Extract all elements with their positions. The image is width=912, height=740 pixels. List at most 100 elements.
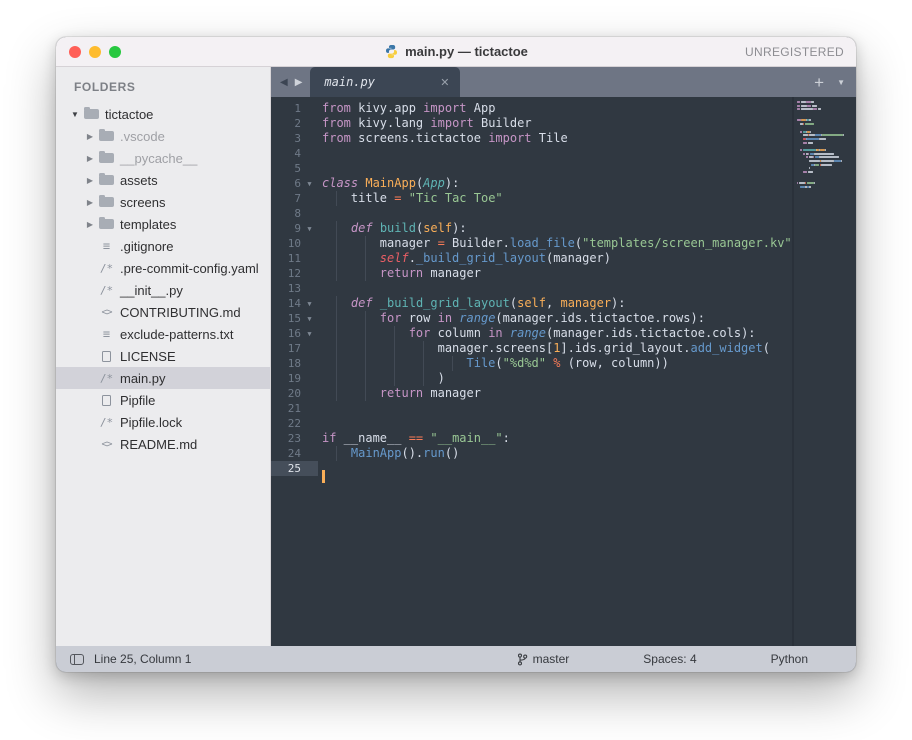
line-number: 7 bbox=[271, 192, 301, 205]
fold-arrow-icon[interactable]: ▼ bbox=[301, 180, 318, 188]
sidebar-file-.gitignore[interactable]: ≡.gitignore bbox=[56, 235, 270, 257]
code-token: = bbox=[438, 236, 445, 250]
code-line-13[interactable]: 13 bbox=[271, 281, 792, 296]
git-branch-icon bbox=[517, 653, 528, 666]
code-line-14[interactable]: 14▼ def _build_grid_layout(self, manager… bbox=[271, 296, 792, 311]
code-line-17[interactable]: 17 manager.screens[1].ids.grid_layout.ad… bbox=[271, 341, 792, 356]
code-line-8[interactable]: 8 bbox=[271, 206, 792, 221]
new-tab-button[interactable]: + bbox=[814, 74, 824, 91]
sidebar-file-Pipfile.lock[interactable]: /*Pipfile.lock bbox=[56, 411, 270, 433]
code-line-18[interactable]: 18 Tile("%d%d" % (row, column)) bbox=[271, 356, 792, 371]
tree-item-label: LICENSE bbox=[120, 349, 176, 364]
code-line-23[interactable]: 23if __name__ == "__main__": bbox=[271, 431, 792, 446]
line-number: 12 bbox=[271, 267, 301, 280]
tree-item-label: Pipfile.lock bbox=[120, 415, 182, 430]
code-line-16[interactable]: 16▼ for column in range(manager.ids.tict… bbox=[271, 326, 792, 341]
sidebar-file-CONTRIBUTING.md[interactable]: <>CONTRIBUTING.md bbox=[56, 301, 270, 323]
sidebar-file-.pre-commit-config.yaml[interactable]: /*.pre-commit-config.yaml bbox=[56, 257, 270, 279]
sidebar-file-LICENSE[interactable]: LICENSE bbox=[56, 345, 270, 367]
tab-main-py[interactable]: main.py ✕ bbox=[310, 67, 460, 97]
zoom-window-button[interactable] bbox=[109, 46, 121, 58]
code-line-9[interactable]: 9▼ def build(self): bbox=[271, 221, 792, 236]
code-line-4[interactable]: 4 bbox=[271, 146, 792, 161]
chevron-right-icon[interactable]: ▶ bbox=[83, 132, 97, 141]
sidebar-folder-__pycache__[interactable]: ▶__pycache__ bbox=[56, 147, 270, 169]
gutter: 1 bbox=[271, 101, 318, 116]
text-caret bbox=[322, 470, 325, 483]
code-line-24[interactable]: 24 MainApp().run() bbox=[271, 446, 792, 461]
close-window-button[interactable] bbox=[69, 46, 81, 58]
chevron-right-icon[interactable]: ▶ bbox=[83, 220, 97, 229]
code-token: from bbox=[322, 131, 351, 145]
code-line-10[interactable]: 10 manager = Builder.load_file("template… bbox=[271, 236, 792, 251]
code-editor[interactable]: 1from kivy.app import App2from kivy.lang… bbox=[271, 97, 792, 646]
code-token: class bbox=[322, 176, 358, 190]
indentation-setting[interactable]: Spaces: 4 bbox=[643, 652, 696, 666]
code-line-20[interactable]: 20 return manager bbox=[271, 386, 792, 401]
line-number: 4 bbox=[271, 147, 301, 160]
line-number: 21 bbox=[271, 402, 301, 415]
chevron-right-icon[interactable]: ▶ bbox=[83, 154, 97, 163]
tree-item-label: .vscode bbox=[120, 129, 165, 144]
indent-guide bbox=[365, 251, 366, 266]
line-number: 23 bbox=[271, 432, 301, 445]
sidebar-folder-tictactoe[interactable]: ▼tictactoe bbox=[56, 103, 270, 125]
gutter: 18 bbox=[271, 356, 318, 371]
code-token: App bbox=[423, 176, 445, 190]
gutter: 4 bbox=[271, 146, 318, 161]
sidebar-file-Pipfile[interactable]: Pipfile bbox=[56, 389, 270, 411]
code-line-5[interactable]: 5 bbox=[271, 161, 792, 176]
code-line-19[interactable]: 19 ) bbox=[271, 371, 792, 386]
code-line-2[interactable]: 2from kivy.lang import Builder bbox=[271, 116, 792, 131]
code-line-11[interactable]: 11 self._build_grid_layout(manager) bbox=[271, 251, 792, 266]
sidebar-folder-templates[interactable]: ▶ templates bbox=[56, 213, 270, 235]
syntax-mode[interactable]: Python bbox=[771, 652, 808, 666]
sidebar-folder-.vscode[interactable]: ▶ .vscode bbox=[56, 125, 270, 147]
line-number: 1 bbox=[271, 102, 301, 115]
sidebar-toggle-icon[interactable] bbox=[70, 654, 84, 665]
code-line-21[interactable]: 21 bbox=[271, 401, 792, 416]
fold-arrow-icon[interactable]: ▼ bbox=[301, 315, 318, 323]
tree-item-label: templates bbox=[120, 217, 176, 232]
code-line-15[interactable]: 15▼ for row in range(manager.ids.tictact… bbox=[271, 311, 792, 326]
chevron-right-icon[interactable]: ▶ bbox=[83, 176, 97, 185]
sidebar-file-main.py[interactable]: /*main.py bbox=[56, 367, 270, 389]
code-line-22[interactable]: 22 bbox=[271, 416, 792, 431]
code-line-1[interactable]: 1from kivy.app import App bbox=[271, 101, 792, 116]
sidebar-file-README.md[interactable]: <>README.md bbox=[56, 433, 270, 455]
code-line-3[interactable]: 3from screens.tictactoe import Tile bbox=[271, 131, 792, 146]
fold-arrow-icon[interactable]: ▼ bbox=[301, 330, 318, 338]
sidebar: FOLDERS ▼tictactoe▶.vscode▶__pycache__▶a… bbox=[56, 67, 271, 646]
git-branch[interactable]: master bbox=[517, 652, 570, 666]
chevron-down-icon[interactable]: ▼ bbox=[68, 110, 82, 119]
fold-arrow-icon[interactable]: ▼ bbox=[301, 225, 318, 233]
code-token: manager.screens[ bbox=[322, 341, 553, 355]
code-line-7[interactable]: 7 title = "Tic Tac Toe" bbox=[271, 191, 792, 206]
nav-back-icon[interactable]: ◀ bbox=[280, 77, 288, 88]
indent-guide bbox=[452, 356, 453, 371]
sidebar-file-exclude-patterns.txt[interactable]: ≡exclude-patterns.txt bbox=[56, 323, 270, 345]
code-line-25[interactable]: 25 bbox=[271, 461, 792, 476]
sidebar-folder-assets[interactable]: ▶assets bbox=[56, 169, 270, 191]
line-number: 13 bbox=[271, 282, 301, 295]
sidebar-folder-screens[interactable]: ▶screens bbox=[56, 191, 270, 213]
minimize-window-button[interactable] bbox=[89, 46, 101, 58]
chevron-right-icon[interactable]: ▶ bbox=[83, 198, 97, 207]
code-token: . bbox=[409, 251, 416, 265]
fold-arrow-icon[interactable]: ▼ bbox=[301, 300, 318, 308]
tab-close-icon[interactable]: ✕ bbox=[437, 76, 452, 89]
code-line-12[interactable]: 12 return manager bbox=[271, 266, 792, 281]
code-token: "__main__" bbox=[430, 431, 502, 445]
code-token: kivy.lang bbox=[351, 116, 430, 130]
line-number: 10 bbox=[271, 237, 301, 250]
line-text: manager = Builder.load_file("templates/s… bbox=[318, 236, 792, 251]
minimap[interactable] bbox=[792, 97, 856, 646]
code-token bbox=[322, 251, 380, 265]
tree-item-label: .pre-commit-config.yaml bbox=[120, 261, 259, 276]
tree-item-label: exclude-patterns.txt bbox=[120, 327, 233, 342]
sidebar-file-__init__.py[interactable]: /*__init__.py bbox=[56, 279, 270, 301]
python-file-icon bbox=[384, 44, 399, 59]
nav-forward-icon[interactable]: ▶ bbox=[295, 77, 303, 88]
code-line-6[interactable]: 6▼class MainApp(App): bbox=[271, 176, 792, 191]
tab-list-menu-icon[interactable]: ▼ bbox=[837, 78, 845, 87]
